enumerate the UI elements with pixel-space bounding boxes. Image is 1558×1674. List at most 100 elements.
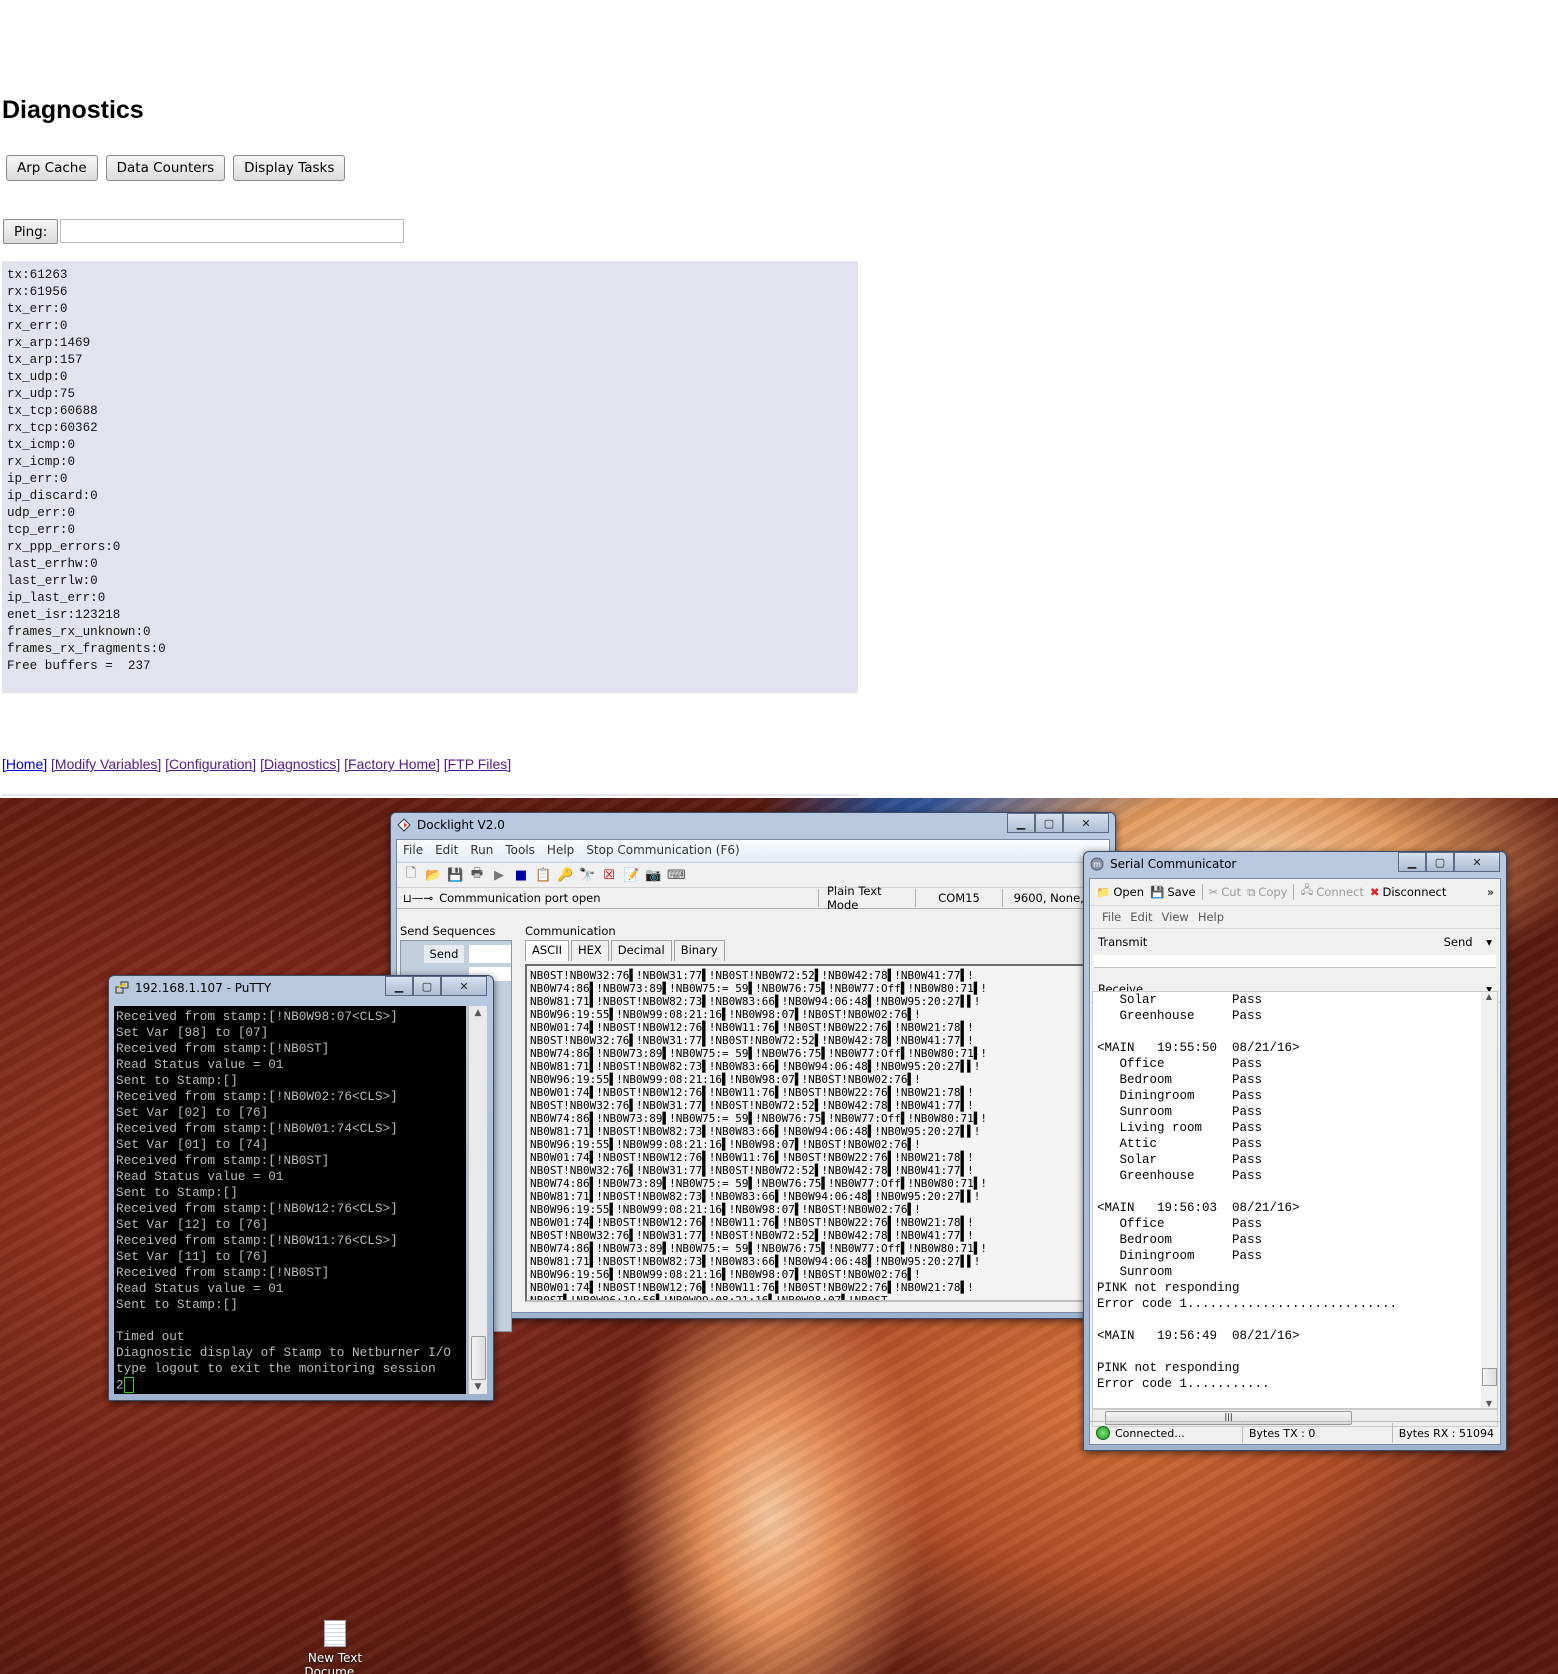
cut-label: Cut [1221, 885, 1242, 899]
maximize-button[interactable]: ▢ [1426, 852, 1454, 872]
menu-tools[interactable]: Tools [505, 843, 535, 859]
send-button[interactable]: Send [1444, 935, 1473, 949]
connect-button[interactable]: 🖧 Connect [1300, 883, 1363, 902]
edit-icon[interactable]: 📝 [623, 868, 639, 883]
counter-line: rx_udp:75 [7, 387, 76, 401]
scroll-up-icon[interactable]: ▲ [469, 1008, 487, 1018]
copy-button[interactable]: ⧉ Copy [1247, 885, 1287, 900]
text-document-icon [324, 1620, 346, 1647]
ping-input[interactable] [60, 219, 405, 243]
communication-line: NB0W01:74▌!NB0ST!NB0W12:76▌!NB0W11:76▌!N… [530, 1086, 974, 1099]
menu-help[interactable]: Help [547, 843, 574, 859]
communication-line: NB0W96:19:55▌!NB0W99:08:21:16▌!NB0W98:07… [530, 1138, 921, 1151]
display-tasks-button[interactable]: Display Tasks [233, 155, 346, 181]
terminal-scrollbar[interactable]: ▲ ▼ [468, 1006, 487, 1394]
tab-decimal[interactable]: Decimal [610, 940, 672, 961]
transmit-header: Transmit Send ▾ [1090, 929, 1500, 955]
communication-line: NB0W01:74▌!NB0ST!NB0W12:76▌!NB0W11:76▌!N… [530, 1216, 974, 1229]
save-icon[interactable]: 💾 [447, 868, 463, 883]
receive-output[interactable]: Solar Pass Greenhouse Pass <MAIN 19:55:50… [1092, 991, 1498, 1409]
tab-binary[interactable]: Binary [673, 940, 725, 961]
minimize-button[interactable]: ▁ [1398, 852, 1426, 872]
menu-edit[interactable]: Edit [1130, 910, 1152, 924]
menu-help[interactable]: Help [1198, 910, 1224, 924]
counter-line: ip_last_err:0 [7, 591, 106, 605]
arp-cache-button[interactable]: Arp Cache [6, 155, 98, 181]
new-file-icon[interactable]: 🗋 [403, 864, 419, 886]
toolbar-overflow-icon[interactable]: » [1487, 885, 1494, 899]
scroll-thumb[interactable] [471, 1336, 486, 1380]
scroll-down-icon[interactable]: ▼ [469, 1382, 487, 1392]
minimize-button[interactable]: ▁ [1007, 813, 1035, 833]
terminal-output[interactable]: Received from stamp:[!NB0W98:07<CLS>] Set… [114, 1006, 466, 1394]
factory-home-link[interactable]: [Factory Home] [344, 756, 440, 772]
save-button[interactable]: 💾 Save [1150, 885, 1196, 899]
desktop-icon-new-text-document[interactable]: New Text Docume... [300, 1620, 370, 1674]
docklight-status-bar: ⊔—⊸ Commmunication port open Plain Text … [397, 884, 1109, 912]
comm-tabs: ASCII HEX Decimal Binary [525, 940, 727, 961]
keyboard-icon[interactable]: ⌨ [667, 868, 686, 883]
open-folder-icon[interactable]: 📂 [425, 868, 441, 883]
tab-ascii[interactable]: ASCII [525, 940, 569, 961]
send-dropdown-icon[interactable]: ▾ [1486, 935, 1492, 949]
terminal-line: type logout to exit the monitoring sessi… [116, 1361, 436, 1376]
prompt-text: 2 [116, 1377, 124, 1393]
send-sequence-button[interactable]: Send [424, 945, 464, 963]
minimize-button[interactable]: ▁ [385, 976, 413, 996]
counter-line: rx_ppp_errors:0 [7, 540, 121, 554]
close-button[interactable]: ✕ [441, 976, 487, 996]
scroll-up-icon[interactable]: ▲ [1481, 992, 1497, 1001]
diagnostic-buttons: Arp Cache Data Counters Display Tasks [6, 155, 346, 181]
clear-icon[interactable]: ☒ [601, 868, 617, 883]
scroll-down-icon[interactable]: ▼ [1481, 1399, 1497, 1408]
maximize-button[interactable]: ▢ [1035, 813, 1063, 833]
close-button[interactable]: ✕ [1063, 813, 1109, 833]
counter-line: tx:61263 [7, 268, 68, 282]
connection-status: Connected... [1115, 1426, 1185, 1440]
connect-icon: 🖧 [1300, 882, 1314, 897]
menu-edit[interactable]: Edit [435, 843, 458, 859]
transmit-input[interactable] [1094, 955, 1496, 968]
terminal-line: Sent to Stamp:[] [116, 1297, 238, 1312]
menu-stop-communication[interactable]: Stop Communication (F6) [586, 843, 739, 859]
communication-line: NB0W01:74▌!NB0ST!NB0W12:76▌!NB0W11:76▌!N… [530, 1281, 974, 1294]
close-button[interactable]: ✕ [1454, 852, 1500, 872]
counter-line: ip_err:0 [7, 472, 68, 486]
maximize-button[interactable]: ▢ [413, 976, 441, 996]
key-icon[interactable]: 🔑 [557, 868, 573, 883]
communication-output[interactable]: NB0ST!NB0W32:76▌!NB0W31:77▌!NB0ST!NB0W72… [525, 964, 1107, 1302]
terminal-line: Set Var [01] to [74] [116, 1137, 269, 1152]
play-icon[interactable]: ▶ [491, 868, 507, 883]
menu-view[interactable]: View [1162, 910, 1189, 924]
ftp-files-link[interactable]: [FTP Files] [444, 756, 511, 772]
home-link[interactable]: [Home] [2, 756, 47, 772]
counter-line: rx_err:0 [7, 319, 68, 333]
print-icon[interactable]: 🖶 [469, 864, 485, 886]
tab-hex[interactable]: HEX [570, 940, 609, 961]
modify-variables-link[interactable]: [Modify Variables] [51, 756, 161, 772]
data-counters-button[interactable]: Data Counters [105, 155, 226, 181]
scroll-thumb[interactable] [1482, 1368, 1497, 1386]
configuration-link[interactable]: [Configuration] [165, 756, 256, 772]
stop-icon[interactable]: ■ [513, 868, 529, 883]
communication-line: NB0W81:71▌!NB0ST!NB0W82:73▌!NB0W83:66▌!N… [530, 1060, 981, 1073]
open-button[interactable]: 📁 Open [1096, 885, 1144, 899]
connected-icon [1096, 1426, 1110, 1440]
com-port: COM15 [915, 889, 1002, 907]
receive-vertical-scrollbar[interactable]: ▲ ▼ [1481, 992, 1497, 1408]
terminal-line: Received from stamp:[!NB0W01:74<CLS>] [116, 1121, 398, 1136]
menu-file[interactable]: File [1102, 910, 1121, 924]
ping-button[interactable]: Ping: [3, 219, 59, 244]
camera-icon[interactable]: 📷 [645, 868, 661, 883]
disconnect-button[interactable]: ✖ Disconnect [1370, 885, 1447, 899]
send-sequence-field[interactable] [469, 945, 511, 963]
cut-button[interactable]: ✂ Cut [1209, 885, 1241, 899]
diagnostics-link[interactable]: [Diagnostics] [260, 756, 340, 772]
menu-file[interactable]: File [403, 843, 423, 859]
communication-line: NB0ST!NB0W32:76▌!NB0W31:77▌!NB0ST!NB0W72… [530, 1164, 974, 1177]
counter-line: tcp_err:0 [7, 523, 76, 537]
settings-icon[interactable]: 📋 [535, 868, 551, 883]
binoculars-icon[interactable]: 🔭 [579, 868, 595, 883]
menu-run[interactable]: Run [470, 843, 493, 859]
